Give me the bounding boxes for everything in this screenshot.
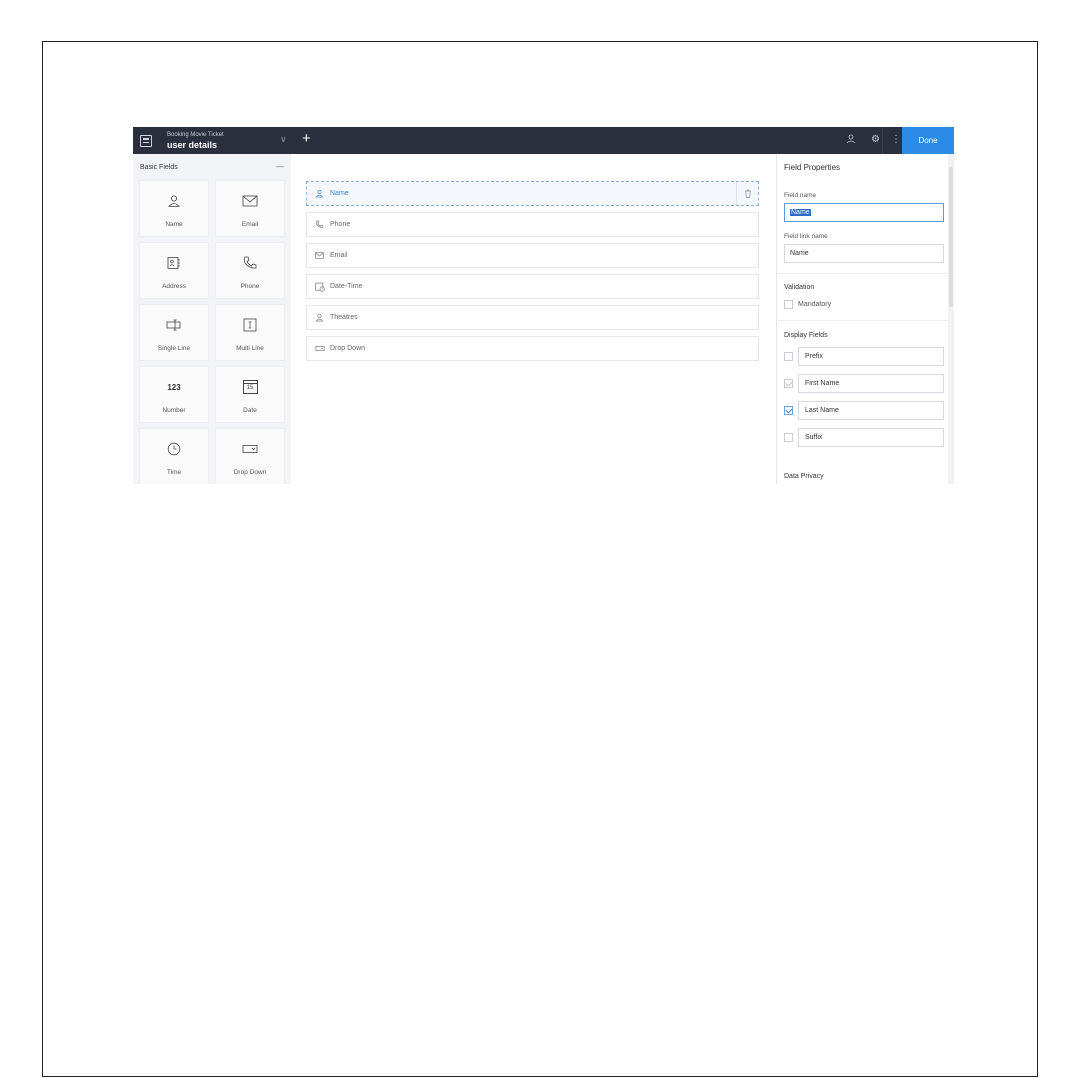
chevron-down-icon[interactable]: ∨	[280, 134, 287, 145]
tile-label: Date	[243, 407, 257, 414]
form-title[interactable]: user details	[167, 140, 217, 150]
form-field-name[interactable]: Name	[306, 181, 759, 206]
field-link-name-label: Field link name	[784, 233, 828, 240]
calendar-icon: 15	[216, 379, 284, 395]
form-builder-app: Booking Movie Ticket user details ∨ + ⚙ …	[133, 127, 954, 484]
phone-icon	[216, 255, 284, 271]
tile-label: Single Line	[157, 345, 191, 352]
divider	[882, 127, 883, 154]
dropdown-icon	[216, 441, 284, 457]
display-field-label: Last Name	[805, 407, 839, 414]
form-icon[interactable]	[140, 135, 152, 147]
palette-heading: Basic Fields	[140, 164, 178, 171]
tile-name[interactable]: Name	[139, 180, 209, 237]
tile-label: Name	[165, 221, 183, 228]
tile-date[interactable]: 15 Date	[215, 366, 285, 423]
tile-label: Number	[162, 407, 186, 414]
datetime-icon	[315, 282, 327, 292]
display-field-label: Suffix	[805, 434, 823, 441]
form-field-label: Name	[330, 190, 349, 197]
display-fields-heading: Display Fields	[784, 332, 828, 339]
envelope-icon	[315, 252, 327, 259]
dropdown-icon	[315, 345, 327, 352]
users-icon[interactable]	[846, 134, 856, 147]
tile-label: Time	[166, 469, 182, 476]
single-line-icon	[140, 317, 208, 333]
display-field-label: First Name	[805, 380, 840, 387]
mandatory-label: Mandatory	[798, 301, 832, 308]
properties-heading: Field Properties	[784, 163, 841, 172]
scrollbar-thumb[interactable]	[949, 167, 953, 307]
prefix-checkbox[interactable]	[784, 352, 793, 361]
data-privacy-heading: Data Privacy	[784, 473, 824, 480]
tile-label: Phone	[240, 283, 260, 290]
tile-multi-line[interactable]: Multi Line	[215, 304, 285, 361]
gear-icon[interactable]: ⚙	[871, 134, 880, 145]
mandatory-checkbox[interactable]	[784, 300, 793, 309]
suffix-field[interactable]: Suffix	[798, 428, 944, 447]
display-field-label: Prefix	[805, 353, 823, 360]
tile-time[interactable]: Time	[139, 428, 209, 484]
fields-palette: Basic Fields — Name Email Address Phone	[133, 154, 291, 484]
last-name-checkbox[interactable]	[784, 406, 793, 415]
field-name-input[interactable]: Name	[784, 203, 944, 222]
tile-single-line[interactable]: Single Line	[139, 304, 209, 361]
first-name-checkbox	[784, 379, 793, 388]
form-field-label: Email	[330, 252, 348, 259]
first-name-field[interactable]: First Name	[798, 374, 944, 393]
form-field-theatres[interactable]: Theatres	[306, 305, 759, 330]
user-icon	[315, 313, 327, 322]
user-icon	[140, 193, 208, 209]
form-field-label: Theatres	[330, 314, 358, 321]
clock-icon	[140, 441, 208, 457]
tile-address[interactable]: Address	[139, 242, 209, 299]
more-options-icon[interactable]: ⋮	[891, 134, 901, 145]
field-name-value: Name	[790, 209, 811, 216]
add-icon[interactable]: +	[302, 130, 311, 148]
divider	[777, 320, 949, 321]
collapse-icon[interactable]: —	[276, 162, 284, 171]
last-name-field[interactable]: Last Name	[798, 401, 944, 420]
done-button[interactable]: Done	[902, 127, 954, 154]
app-subtitle: Booking Movie Ticket	[167, 132, 224, 138]
phone-icon	[315, 220, 327, 229]
form-field-email[interactable]: Email	[306, 243, 759, 268]
tile-label: Email	[241, 221, 259, 228]
number-glyph: 123	[167, 382, 181, 392]
prefix-field[interactable]: Prefix	[798, 347, 944, 366]
tile-email[interactable]: Email	[215, 180, 285, 237]
envelope-icon	[216, 193, 284, 209]
form-canvas: Name Phone Email Date-Time Theatres Drop…	[291, 154, 768, 484]
form-field-date-time[interactable]: Date-Time	[306, 274, 759, 299]
calendar-day-glyph: 15	[246, 385, 254, 391]
tile-phone[interactable]: Phone	[215, 242, 285, 299]
form-field-phone[interactable]: Phone	[306, 212, 759, 237]
form-field-label: Phone	[330, 221, 351, 228]
suffix-checkbox[interactable]	[784, 433, 793, 442]
field-link-name-input[interactable]: Name	[784, 244, 944, 263]
multi-line-icon	[216, 317, 284, 333]
tile-number[interactable]: 123 Number	[139, 366, 209, 423]
tile-label: Drop Down	[233, 469, 267, 476]
form-field-label: Drop Down	[330, 345, 366, 352]
field-name-label: Field name	[784, 192, 817, 199]
number-icon: 123	[140, 379, 208, 395]
tile-label: Multi Line	[236, 345, 264, 352]
field-properties-panel: Field Properties Field name Name Field l…	[776, 154, 949, 484]
validation-heading: Validation	[784, 284, 815, 291]
user-icon	[315, 189, 327, 198]
divider	[777, 273, 949, 274]
form-field-label: Date-Time	[330, 283, 363, 290]
tile-drop-down[interactable]: Drop Down	[215, 428, 285, 484]
form-field-drop-down[interactable]: Drop Down	[306, 336, 759, 361]
field-link-name-value: Name	[790, 250, 809, 257]
trash-icon[interactable]	[736, 182, 758, 205]
address-card-icon	[140, 255, 208, 271]
top-bar: Booking Movie Ticket user details ∨ + ⚙ …	[133, 127, 954, 154]
tile-label: Address	[162, 283, 186, 290]
